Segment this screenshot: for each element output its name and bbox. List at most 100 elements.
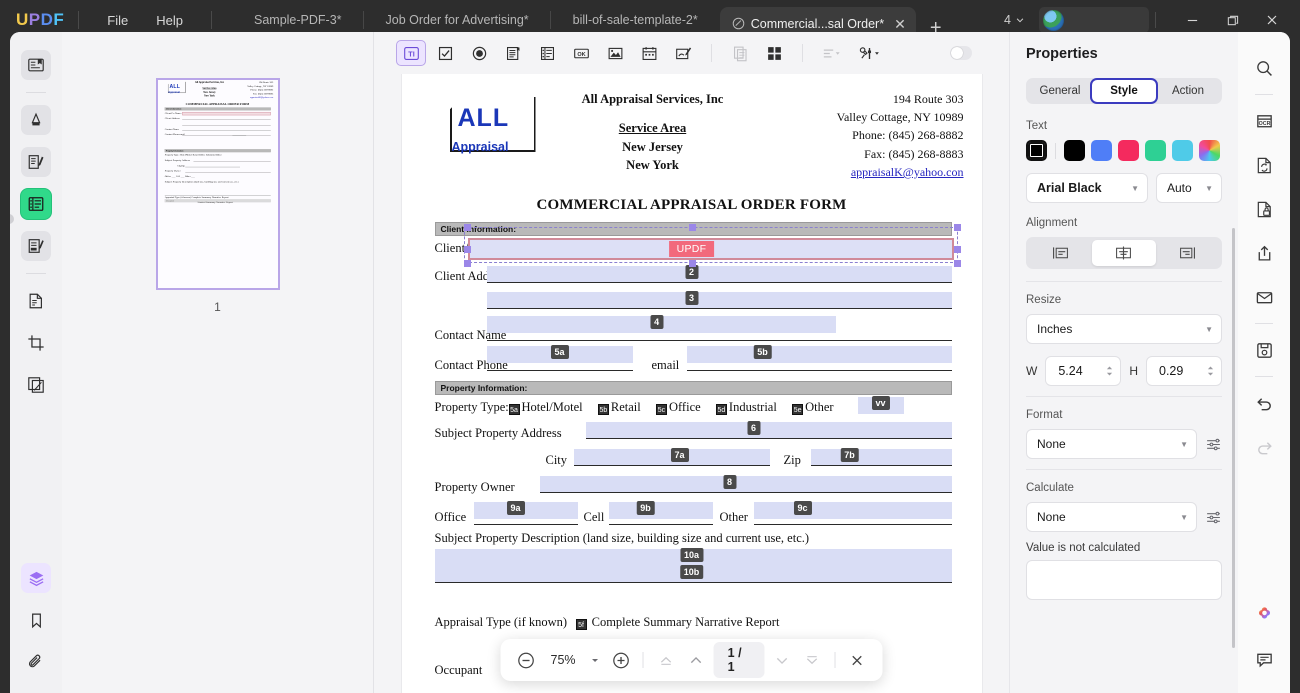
organize-pages-icon[interactable] — [21, 370, 51, 400]
width-stepper[interactable]: 5.24 — [1045, 356, 1122, 386]
color-swatch-black[interactable] — [1064, 140, 1085, 161]
panel-collapse-handle[interactable] — [10, 214, 14, 224]
menu-file[interactable]: File — [93, 7, 142, 34]
first-page-button[interactable] — [654, 647, 678, 673]
color-swatch-blue[interactable] — [1091, 140, 1112, 161]
next-page-button[interactable] — [770, 647, 794, 673]
minimize-button[interactable] — [1172, 5, 1212, 35]
form-field-3[interactable] — [486, 292, 952, 310]
properties-scrollbar[interactable] — [1232, 228, 1235, 648]
calculate-settings-icon[interactable] — [1205, 509, 1222, 526]
form-field-2[interactable] — [486, 266, 952, 284]
tab-style[interactable]: Style — [1092, 80, 1156, 102]
last-page-button[interactable] — [800, 647, 824, 673]
convert-file-icon[interactable] — [1249, 150, 1279, 180]
resize-handle-mr[interactable] — [953, 246, 961, 254]
convert-icon[interactable] — [21, 286, 51, 316]
highlight-icon[interactable] — [21, 105, 51, 135]
calculate-select[interactable]: None ▼ — [1026, 502, 1197, 532]
form-settings-tool[interactable] — [850, 40, 888, 66]
push-button-tool[interactable]: OK — [566, 40, 596, 66]
reader-icon[interactable] — [21, 50, 51, 80]
ai-assistant-icon[interactable] — [1249, 600, 1279, 630]
form-field-6[interactable] — [585, 422, 952, 440]
crop-page-icon[interactable] — [21, 328, 51, 358]
resize-handle-tc[interactable] — [688, 224, 696, 232]
maximize-restore-button[interactable] — [1212, 5, 1252, 35]
checkbox-other[interactable]: 5e — [792, 404, 804, 416]
share-icon[interactable] — [1249, 238, 1279, 268]
checkbox-industrial[interactable]: 5d — [715, 404, 727, 416]
checkbox-hotel-motel[interactable]: 5a — [508, 404, 520, 416]
list-box-tool[interactable] — [532, 40, 562, 66]
color-swatch-current[interactable] — [1026, 140, 1047, 161]
spinner-arrows-icon[interactable] — [1105, 364, 1114, 378]
user-avatar-area[interactable] — [1039, 7, 1149, 33]
align-fields-tool[interactable] — [816, 40, 846, 66]
layers-icon[interactable] — [21, 563, 51, 593]
calculation-formula-box[interactable] — [1026, 560, 1222, 600]
resize-handle-tr[interactable] — [953, 224, 961, 232]
form-field-9a[interactable] — [473, 502, 578, 520]
tab-order-tool[interactable] — [759, 40, 789, 66]
zoom-out-button[interactable] — [514, 647, 538, 673]
resize-handle-bc[interactable] — [688, 260, 696, 268]
form-field-5b[interactable] — [686, 346, 952, 364]
checkbox-complete-summary[interactable]: 5f — [575, 619, 587, 631]
align-left-button[interactable] — [1029, 240, 1092, 266]
signature-field-tool[interactable] — [668, 40, 698, 66]
color-swatch-custom[interactable] — [1199, 140, 1220, 161]
color-swatch-pink[interactable] — [1118, 140, 1139, 161]
previous-page-button[interactable] — [684, 647, 708, 673]
undo-icon[interactable] — [1249, 388, 1279, 418]
save-icon[interactable] — [1249, 335, 1279, 365]
format-settings-icon[interactable] — [1205, 436, 1222, 453]
resize-handle-ml[interactable] — [463, 246, 471, 254]
resize-handle-tl[interactable] — [463, 224, 471, 232]
form-field-7b[interactable] — [810, 449, 952, 467]
close-toolbar-button[interactable] — [845, 647, 869, 673]
text-field-tool[interactable]: TI — [396, 40, 426, 66]
resize-handle-bl[interactable] — [463, 260, 471, 268]
format-select[interactable]: None ▼ — [1026, 429, 1197, 459]
zoom-dropdown-icon[interactable] — [588, 647, 603, 673]
highlight-fields-toggle[interactable] — [950, 46, 972, 60]
comment-icon[interactable] — [1249, 644, 1279, 674]
search-icon[interactable] — [1249, 53, 1279, 83]
menu-help[interactable]: Help — [142, 7, 197, 34]
fill-sign-icon[interactable] — [21, 231, 51, 261]
resize-unit-select[interactable]: Inches ▼ — [1026, 314, 1222, 344]
ocr-icon[interactable]: OCR — [1249, 106, 1279, 136]
height-stepper[interactable]: 0.29 — [1146, 356, 1222, 386]
window-count-dropdown[interactable]: 4 — [1004, 13, 1025, 27]
font-family-select[interactable]: Arial Black ▼ — [1026, 173, 1148, 203]
pdf-page[interactable]: ALL Appraisal All Appraisal Services, In… — [401, 74, 982, 693]
attachment-icon[interactable] — [21, 647, 51, 677]
zoom-in-button[interactable] — [609, 647, 633, 673]
tab-action[interactable]: Action — [1156, 80, 1220, 102]
tab-close-icon[interactable]: ✕ — [894, 17, 906, 31]
image-field-tool[interactable] — [600, 40, 630, 66]
page-thumbnail[interactable]: ALL Appraisal All Appraisal Services, Inc… — [155, 78, 280, 290]
form-field-8[interactable] — [539, 476, 952, 494]
form-field-9c[interactable] — [753, 502, 952, 520]
checkbox-retail[interactable]: 5b — [597, 404, 609, 416]
zoom-level-label[interactable]: 75% — [544, 653, 582, 667]
prepare-form-icon[interactable] — [21, 189, 51, 219]
resize-handle-br[interactable] — [953, 260, 961, 268]
bookmark-icon[interactable] — [21, 605, 51, 635]
close-window-button[interactable] — [1252, 5, 1292, 35]
page-indicator[interactable]: 1 / 1 — [713, 642, 765, 678]
dropdown-tool[interactable] — [498, 40, 528, 66]
edit-pdf-icon[interactable] — [21, 147, 51, 177]
protect-icon[interactable] — [1249, 194, 1279, 224]
checkbox-tool[interactable] — [430, 40, 460, 66]
checkbox-office[interactable]: 5c — [655, 404, 667, 416]
form-field-9b[interactable] — [608, 502, 713, 520]
page-scroll-area[interactable]: ALL Appraisal All Appraisal Services, In… — [374, 74, 1009, 693]
spinner-arrows-icon[interactable] — [1206, 364, 1215, 378]
tab-general[interactable]: General — [1028, 80, 1092, 102]
duplicate-field-tool[interactable] — [725, 40, 755, 66]
company-email-link[interactable]: appraisalK@yahoo.con — [851, 165, 964, 179]
align-center-button[interactable] — [1092, 240, 1156, 266]
